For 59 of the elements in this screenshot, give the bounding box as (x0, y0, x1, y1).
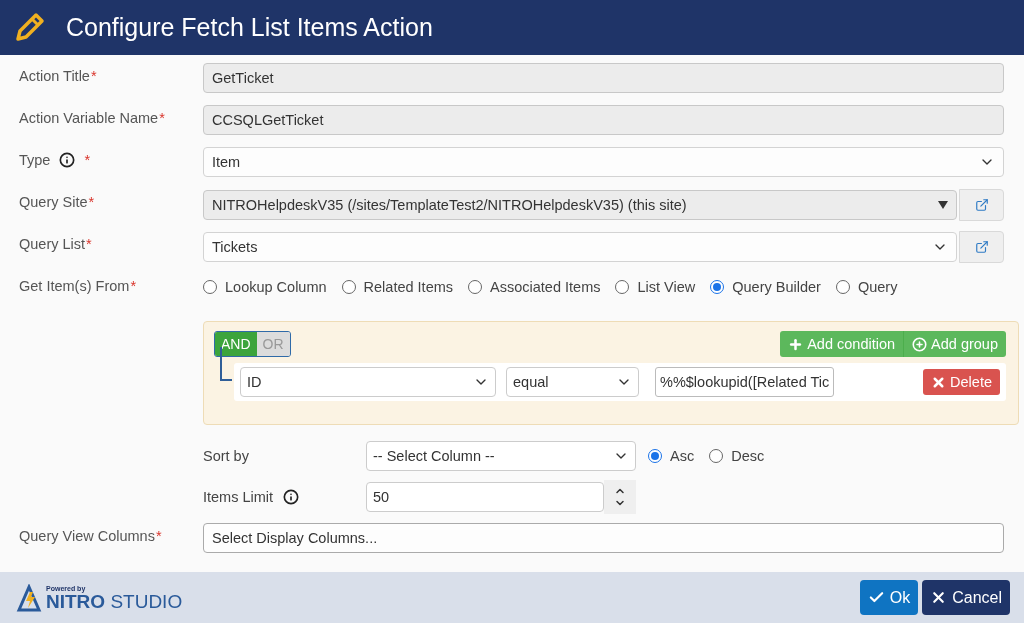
open-link-button[interactable] (959, 189, 1004, 221)
external-link-icon (974, 240, 989, 254)
spinner-control[interactable] (604, 479, 636, 514)
radio-option[interactable]: Associated Items (468, 279, 601, 295)
cancel-button[interactable]: Cancel (922, 580, 1010, 615)
ok-button[interactable]: Ok (859, 580, 919, 615)
radio-option[interactable]: Query (835, 279, 898, 295)
radio-button[interactable] (835, 280, 850, 294)
open-link-button[interactable] (959, 231, 1004, 263)
field-label: Sort by (203, 447, 249, 464)
radio-option[interactable]: List View (615, 279, 696, 295)
dialog-title: Configure Fetch List Items Action (66, 13, 433, 42)
logo-icon (16, 583, 42, 612)
type-select[interactable]: Item (203, 147, 1004, 177)
radio-option[interactable]: Query Builder (710, 279, 821, 295)
plus-icon (788, 336, 804, 352)
connector-line (220, 347, 232, 381)
field-label: Type (19, 152, 51, 168)
list-select[interactable]: Tickets (203, 232, 957, 262)
columns-field[interactable]: Select Display Columns... (203, 523, 1004, 553)
external-link-icon (974, 198, 989, 212)
operator-select[interactable]: equal (506, 367, 639, 397)
required-asterisk: * (90, 68, 97, 84)
radio-option[interactable]: Related Items (341, 279, 454, 295)
radio-button[interactable] (203, 280, 217, 294)
radio-button[interactable] (710, 280, 725, 294)
text-field[interactable]: CCSQLGetTicket (203, 105, 1004, 135)
value-field[interactable]: %%$lookupid([Related Tic (655, 367, 835, 397)
field-select[interactable]: ID (240, 367, 496, 397)
radio-button[interactable] (648, 448, 662, 463)
radio-button[interactable] (615, 280, 630, 294)
text-field[interactable]: GetTicket (203, 63, 1004, 93)
radio-option[interactable]: Asc (648, 447, 695, 464)
required-asterisk: * (86, 236, 92, 252)
number-field[interactable]: 50 (366, 481, 604, 512)
sort-select[interactable]: -- Select Column -- (366, 440, 636, 471)
triangle-down-icon (938, 201, 948, 209)
radio-option[interactable]: Desc (709, 447, 765, 464)
radio-button[interactable] (341, 280, 356, 294)
required-asterisk: * (130, 278, 137, 294)
field-label: Query Site (19, 194, 88, 210)
radio-button[interactable] (468, 280, 483, 294)
circle-plus-icon (912, 336, 928, 352)
field-label: Action Variable Name (19, 110, 159, 126)
radio-option[interactable]: Lookup Column (203, 279, 327, 295)
required-asterisk: * (159, 110, 165, 126)
field-label: Query List (19, 236, 86, 252)
info-icon[interactable] (283, 488, 300, 505)
required-asterisk: * (155, 528, 162, 544)
site-select[interactable]: NITROHelpdeskV35 (/sites/TemplateTest2/NITROHelpdeskV35) (this site) (203, 190, 957, 220)
field-label: Get Item(s) From (19, 278, 130, 294)
required-asterisk: * (84, 152, 91, 168)
required-asterisk: * (88, 194, 95, 210)
field-label: Items Limit (203, 488, 274, 505)
delete-button[interactable]: Delete (923, 369, 1000, 395)
field-label: Action Title (19, 68, 90, 84)
field-label: Query View Columns (19, 528, 155, 544)
info-icon[interactable] (59, 152, 76, 168)
radio-button[interactable] (709, 448, 724, 463)
